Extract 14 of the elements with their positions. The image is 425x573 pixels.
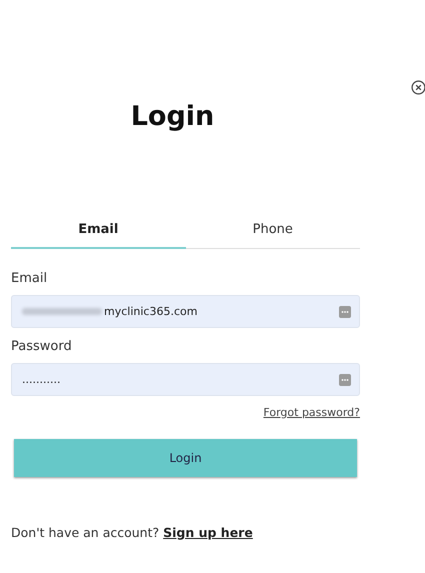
field-label: Password bbox=[11, 339, 73, 354]
autofill-icon[interactable] bbox=[339, 306, 351, 318]
autofill-icon[interactable] bbox=[339, 374, 351, 386]
input-field[interactable]: ........... bbox=[11, 363, 360, 396]
signup-link[interactable]: Sign up here bbox=[163, 525, 253, 540]
close-icon[interactable] bbox=[411, 80, 425, 95]
signup-prompt: Don't have an account? Sign up here bbox=[11, 525, 254, 540]
tab[interactable]: Phone bbox=[186, 218, 360, 249]
forgot-password-link[interactable]: Forgot password? bbox=[263, 406, 360, 419]
login-title: Login bbox=[130, 100, 216, 132]
tab[interactable]: Email bbox=[11, 218, 186, 249]
input-field[interactable]: myclinic365.com bbox=[11, 295, 360, 328]
login-button[interactable]: Login bbox=[14, 439, 357, 477]
field-label: Email bbox=[11, 271, 48, 286]
